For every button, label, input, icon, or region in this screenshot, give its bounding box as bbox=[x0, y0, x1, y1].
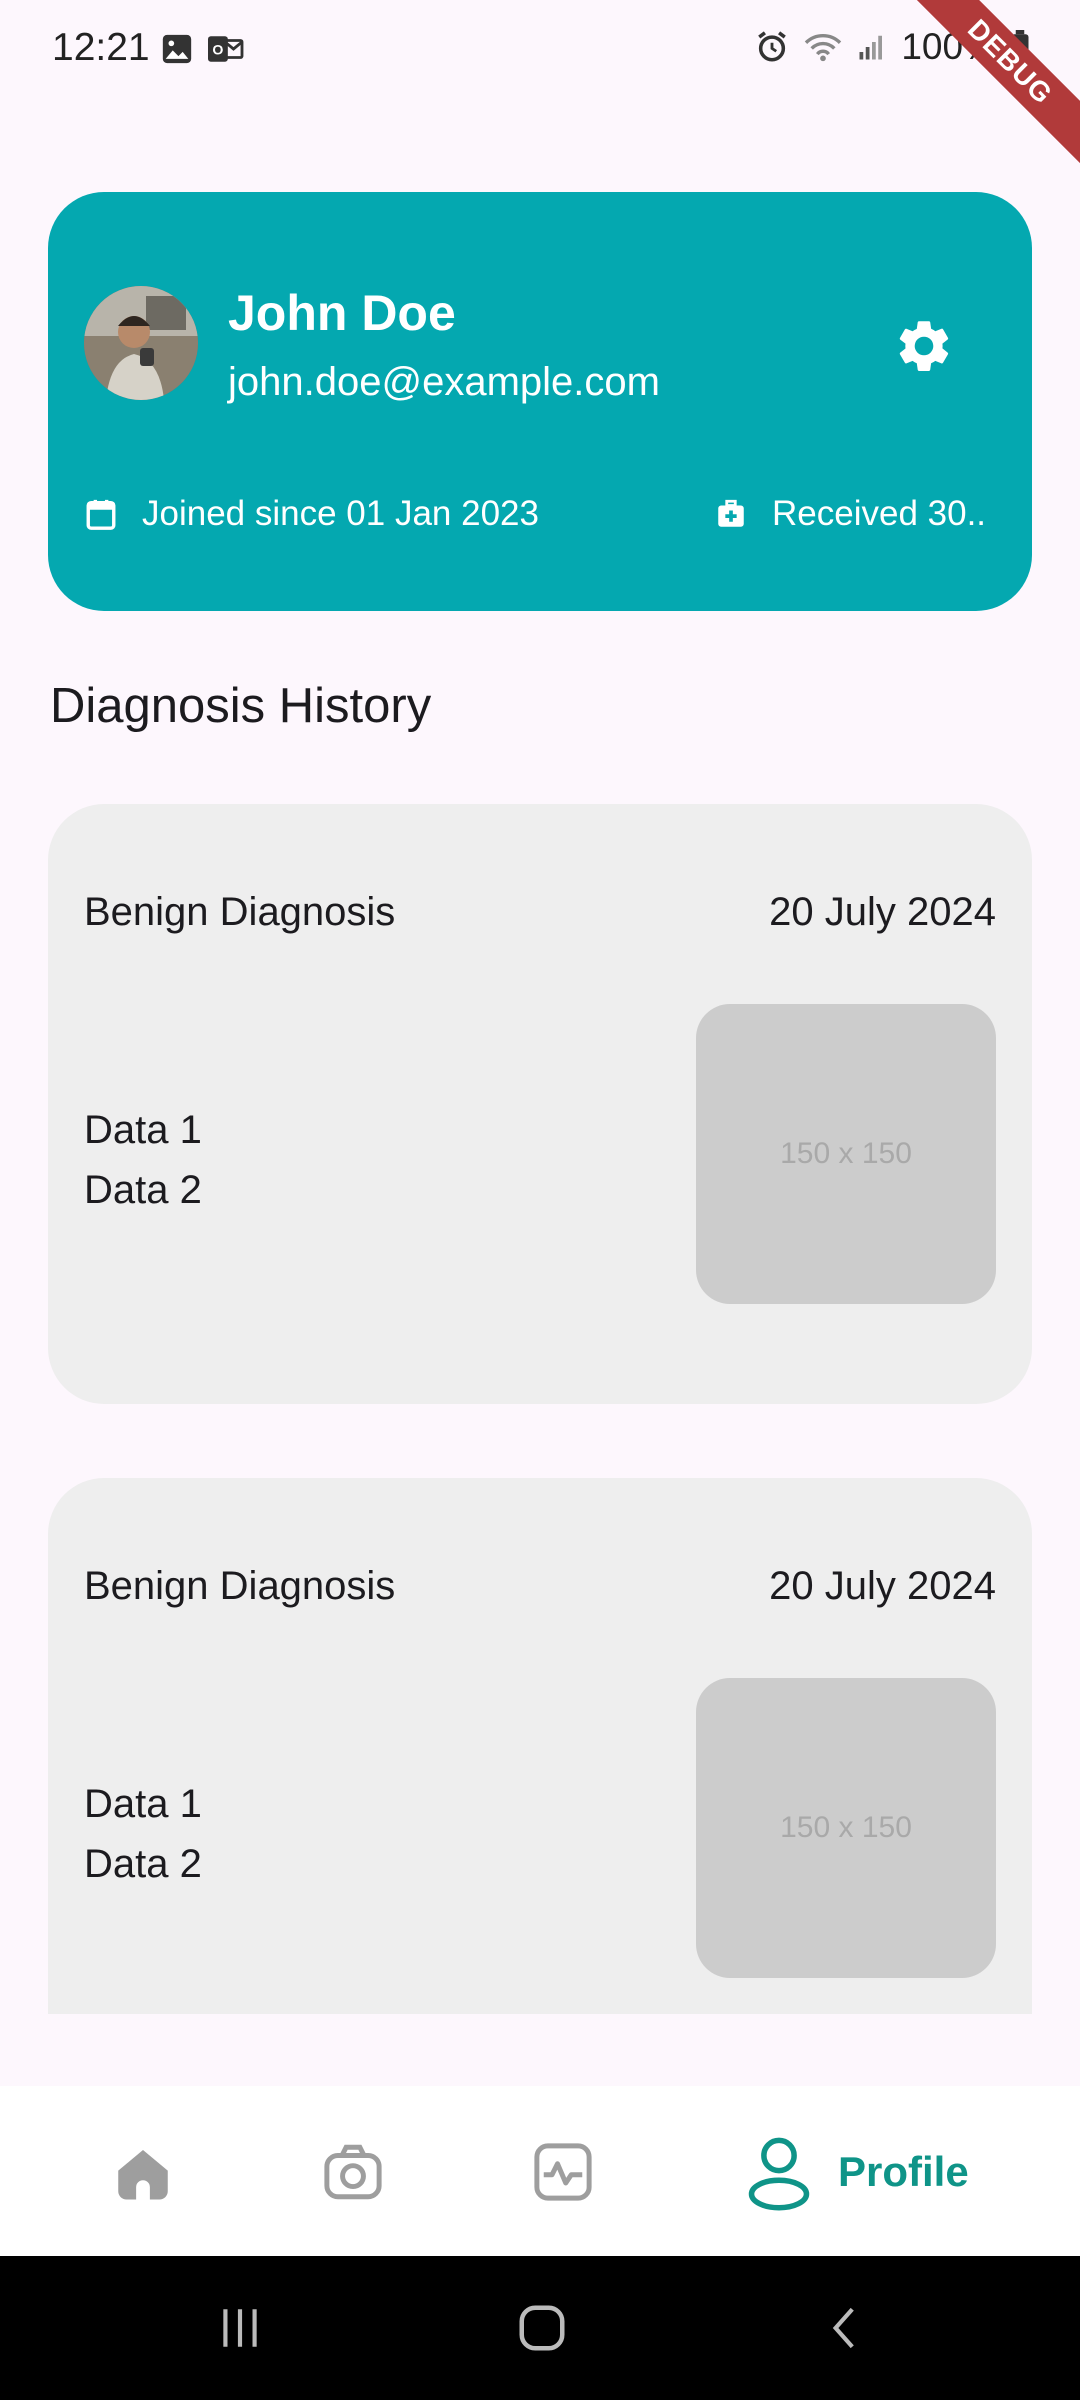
image-notification-icon bbox=[162, 34, 192, 64]
wifi-icon bbox=[805, 34, 842, 62]
diagnosis-data-line: Data 2 bbox=[84, 1168, 202, 1212]
activity-icon bbox=[534, 2143, 592, 2201]
profile-icon bbox=[748, 2137, 810, 2211]
camera-icon bbox=[324, 2144, 382, 2200]
back-icon bbox=[832, 2307, 854, 2349]
settings-button[interactable] bbox=[884, 306, 964, 386]
diagnosis-card[interactable]: Benign Diagnosis 20 July 2024 Data 1 Dat… bbox=[48, 804, 1032, 1404]
diagnosis-card[interactable]: Benign Diagnosis 20 July 2024 Data 1 Dat… bbox=[48, 1478, 1032, 2014]
diagnosis-image: 150 x 150 bbox=[696, 1004, 996, 1304]
nav-profile[interactable]: Profile bbox=[746, 2130, 969, 2214]
nav-profile-label: Profile bbox=[838, 2148, 969, 2195]
signal-icon bbox=[859, 35, 883, 60]
diagnosis-title: Benign Diagnosis bbox=[84, 890, 396, 934]
diagnosis-data-line: Data 1 bbox=[84, 1782, 202, 1826]
back-button[interactable] bbox=[806, 2296, 886, 2360]
status-notification-icons: O bbox=[160, 32, 244, 66]
joined-date: Joined since 01 Jan 2023 bbox=[84, 494, 539, 534]
nav-activity[interactable] bbox=[530, 2130, 596, 2214]
profile-card: John Doe john.doe@example.com Joined sin… bbox=[48, 192, 1032, 611]
medical-kit-icon bbox=[718, 499, 744, 527]
section-title: Diagnosis History bbox=[50, 679, 432, 733]
system-navigation-bar bbox=[0, 2256, 1080, 2400]
joined-label: Joined since 01 Jan 2023 bbox=[142, 494, 539, 533]
calendar-icon bbox=[86, 499, 116, 530]
diagnosis-image: 150 x 150 bbox=[696, 1678, 996, 1978]
gear-icon bbox=[899, 321, 949, 371]
diagnosis-date: 20 July 2024 bbox=[769, 1564, 996, 1608]
recent-apps-icon bbox=[223, 2309, 257, 2347]
diagnosis-date: 20 July 2024 bbox=[769, 890, 996, 934]
home-icon bbox=[118, 2150, 168, 2200]
status-time: 12:21 bbox=[52, 26, 150, 69]
avatar[interactable] bbox=[84, 286, 198, 400]
nav-home[interactable] bbox=[110, 2130, 176, 2214]
diagnosis-data-line: Data 1 bbox=[84, 1108, 202, 1152]
diagnosis-data-line: Data 2 bbox=[84, 1842, 202, 1886]
received-label: Received 30.. bbox=[772, 494, 987, 533]
outlook-notification-icon: O bbox=[208, 36, 244, 62]
nav-camera[interactable] bbox=[320, 2130, 386, 2214]
alarm-icon bbox=[758, 31, 787, 62]
diagnosis-data: Data 1 Data 2 bbox=[84, 1774, 202, 1894]
user-name: John Doe bbox=[228, 285, 456, 341]
svg-text:O: O bbox=[212, 43, 223, 59]
bottom-navigation: Profile bbox=[0, 2086, 1080, 2256]
home-circle-icon bbox=[519, 2305, 565, 2351]
user-email: john.doe@example.com bbox=[228, 360, 660, 404]
avatar-photo bbox=[84, 286, 198, 400]
status-bar: 12:21 O 100% DEBUG bbox=[0, 0, 1080, 170]
diagnosis-data: Data 1 Data 2 bbox=[84, 1100, 202, 1220]
diagnosis-title: Benign Diagnosis bbox=[84, 1564, 396, 1608]
home-button[interactable] bbox=[502, 2296, 582, 2360]
received-count: Received 30.. bbox=[714, 494, 986, 534]
recent-apps-button[interactable] bbox=[200, 2296, 280, 2360]
